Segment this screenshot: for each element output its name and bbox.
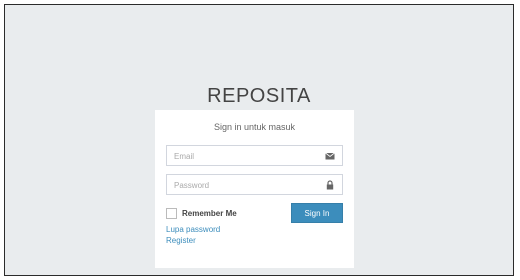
email-input[interactable]	[167, 147, 342, 166]
auth-links: Lupa password Register	[166, 225, 343, 245]
email-field	[166, 145, 343, 166]
password-input[interactable]	[167, 176, 342, 195]
remember-checkbox[interactable]	[166, 207, 177, 219]
login-card: Sign in untuk masuk Remember Me Sign In	[155, 110, 354, 268]
register-link[interactable]: Register	[166, 236, 343, 245]
lock-icon	[326, 180, 334, 190]
remember-label: Remember Me	[182, 208, 237, 218]
envelope-icon	[325, 152, 335, 160]
login-page: REPOSITA Sign in untuk masuk Remember Me…	[4, 4, 514, 276]
app-title: REPOSITA	[207, 85, 311, 107]
remember-me[interactable]: Remember Me	[166, 207, 237, 219]
sign-in-button[interactable]: Sign In	[291, 203, 343, 223]
login-subtitle: Sign in untuk masuk	[213, 122, 296, 132]
remember-row: Remember Me Sign In	[166, 203, 343, 223]
forgot-password-link[interactable]: Lupa password	[166, 225, 343, 234]
password-field	[166, 174, 343, 195]
